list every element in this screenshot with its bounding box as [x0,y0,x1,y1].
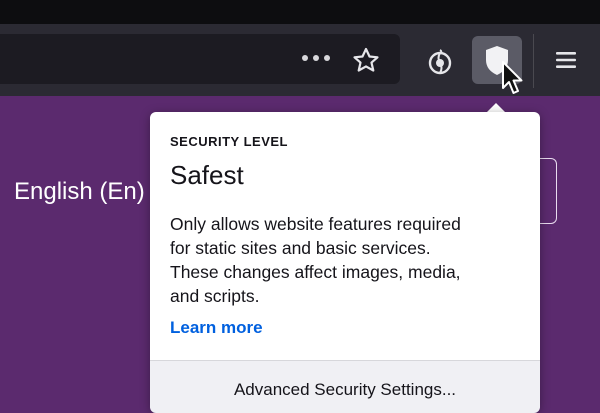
security-level-heading: SECURITY LEVEL [170,134,289,149]
security-level-description: Only allows website features required fo… [170,212,530,308]
description-line: and scripts. [170,286,260,306]
hamburger-menu-icon[interactable] [552,46,580,74]
learn-more-link[interactable]: Learn more [170,318,263,338]
toolbar-separator [533,34,534,88]
description-line: These changes affect images, media, [170,262,461,282]
url-bar[interactable] [0,34,400,84]
description-line: Only allows website features required [170,214,461,234]
security-level-panel: SECURITY LEVEL Safest Only allows websit… [150,112,540,413]
description-line: for static sites and basic services. [170,238,431,258]
mouse-cursor-icon [500,60,526,98]
advanced-security-settings-button[interactable]: Advanced Security Settings... [150,367,540,413]
title-strip [0,0,600,24]
ellipsis-icon[interactable] [302,52,332,64]
panel-footer: Advanced Security Settings... [150,360,540,413]
onion-icon[interactable] [424,46,456,78]
star-icon[interactable] [350,46,382,74]
security-level-value: Safest [170,160,244,190]
language-label: English (En) [14,178,145,205]
